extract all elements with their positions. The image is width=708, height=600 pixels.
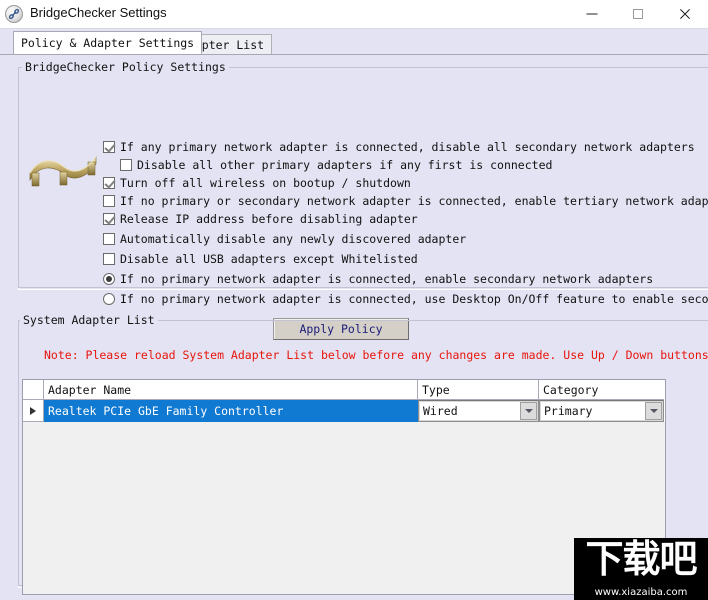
option-row-0[interactable]: If any primary network adapter is connec… xyxy=(103,138,695,156)
checkbox-disable-usb-adapters[interactable] xyxy=(103,253,115,265)
system-adapter-list-group-label: System Adapter List xyxy=(20,313,158,327)
cell-category[interactable]: Primary xyxy=(539,400,664,422)
option-label-8: If no primary network adapter is connect… xyxy=(120,291,708,306)
adapter-grid[interactable]: Adapter Name Type Category Realtek PCIe … xyxy=(22,379,666,595)
option-row-4[interactable]: Release IP address before disabling adap… xyxy=(103,210,418,228)
option-row-1[interactable]: Disable all other primary adapters if an… xyxy=(120,156,552,174)
watermark-text: 下载吧 xyxy=(585,538,697,581)
checkbox-auto-disable-new[interactable] xyxy=(103,233,115,245)
option-label-4: Release IP address before disabling adap… xyxy=(120,211,418,226)
bridgechecker-settings-window: BridgeChecker Settings Policy & Adapter … xyxy=(0,0,708,600)
minimize-button[interactable] xyxy=(569,0,615,28)
chevron-down-icon-category[interactable] xyxy=(645,402,662,420)
maximize-icon xyxy=(633,9,643,19)
close-button[interactable] xyxy=(661,0,707,28)
option-label-3: If no primary or secondary network adapt… xyxy=(120,193,708,208)
window-title: BridgeChecker Settings xyxy=(30,5,167,20)
checkbox-disable-secondary-on-primary[interactable] xyxy=(103,141,115,153)
checkbox-release-ip[interactable] xyxy=(103,213,115,225)
option-label-5: Automatically disable any newly discover… xyxy=(120,231,467,246)
option-label-0: If any primary network adapter is connec… xyxy=(120,139,695,154)
table-row[interactable]: Realtek PCIe GbE Family Controller Wired… xyxy=(23,400,665,422)
column-header-type[interactable]: Type xyxy=(418,380,539,400)
watermark-url: www.xiazaiba.com xyxy=(594,587,688,598)
cell-category-value: Primary xyxy=(541,402,645,420)
cell-type[interactable]: Wired xyxy=(418,400,539,422)
watermark: 下载吧 www.xiazaiba.com xyxy=(574,538,708,600)
column-header-adapter-name[interactable]: Adapter Name xyxy=(44,380,418,400)
option-row-7[interactable]: If no primary network adapter is connect… xyxy=(103,270,653,288)
policy-settings-group-label: BridgeChecker Policy Settings xyxy=(22,60,229,74)
maximize-button[interactable] xyxy=(615,0,661,28)
tab-policy-adapter-settings[interactable]: Policy & Adapter Settings xyxy=(13,31,203,54)
checkbox-disable-other-primary[interactable] xyxy=(120,159,132,171)
option-label-6: Disable all USB adapters except Whitelis… xyxy=(120,251,418,266)
checkbox-enable-tertiary[interactable] xyxy=(103,195,115,207)
column-header-selector xyxy=(23,380,44,400)
grid-empty-area xyxy=(23,422,665,594)
chevron-down-icon-type[interactable] xyxy=(520,402,537,420)
radio-enable-secondary[interactable] xyxy=(103,273,115,285)
checkbox-turn-off-wireless[interactable] xyxy=(103,177,115,189)
minimize-icon xyxy=(586,13,598,15)
option-row-3[interactable]: If no primary or secondary network adapt… xyxy=(103,192,708,210)
cell-type-value: Wired xyxy=(420,402,520,420)
title-bar: BridgeChecker Settings xyxy=(0,0,708,29)
cell-adapter-name[interactable]: Realtek PCIe GbE Family Controller xyxy=(44,400,418,422)
radio-desktop-onoff[interactable] xyxy=(103,293,115,305)
option-row-6[interactable]: Disable all USB adapters except Whitelis… xyxy=(103,250,418,268)
column-header-category[interactable]: Category xyxy=(539,380,664,400)
link-icon xyxy=(5,5,23,23)
client-area: BridgeChecker Policy Settings If any pri… xyxy=(0,54,708,600)
tab-strip: Policy & Adapter Settings Adapter List xyxy=(0,29,708,54)
row-selector-arrow-icon xyxy=(30,406,36,415)
row-selector-cell[interactable] xyxy=(23,400,44,422)
option-row-8[interactable]: If no primary network adapter is connect… xyxy=(103,290,708,308)
option-label-1: Disable all other primary adapters if an… xyxy=(137,157,553,172)
close-icon xyxy=(679,9,690,20)
option-label-7: If no primary network adapter is connect… xyxy=(120,271,654,286)
grid-header-row: Adapter Name Type Category xyxy=(23,380,665,400)
option-label-2: Turn off all wireless on bootup / shutdo… xyxy=(120,175,411,190)
bridge-image xyxy=(28,151,100,191)
option-row-2[interactable]: Turn off all wireless on bootup / shutdo… xyxy=(103,174,411,192)
option-row-5[interactable]: Automatically disable any newly discover… xyxy=(103,230,466,248)
